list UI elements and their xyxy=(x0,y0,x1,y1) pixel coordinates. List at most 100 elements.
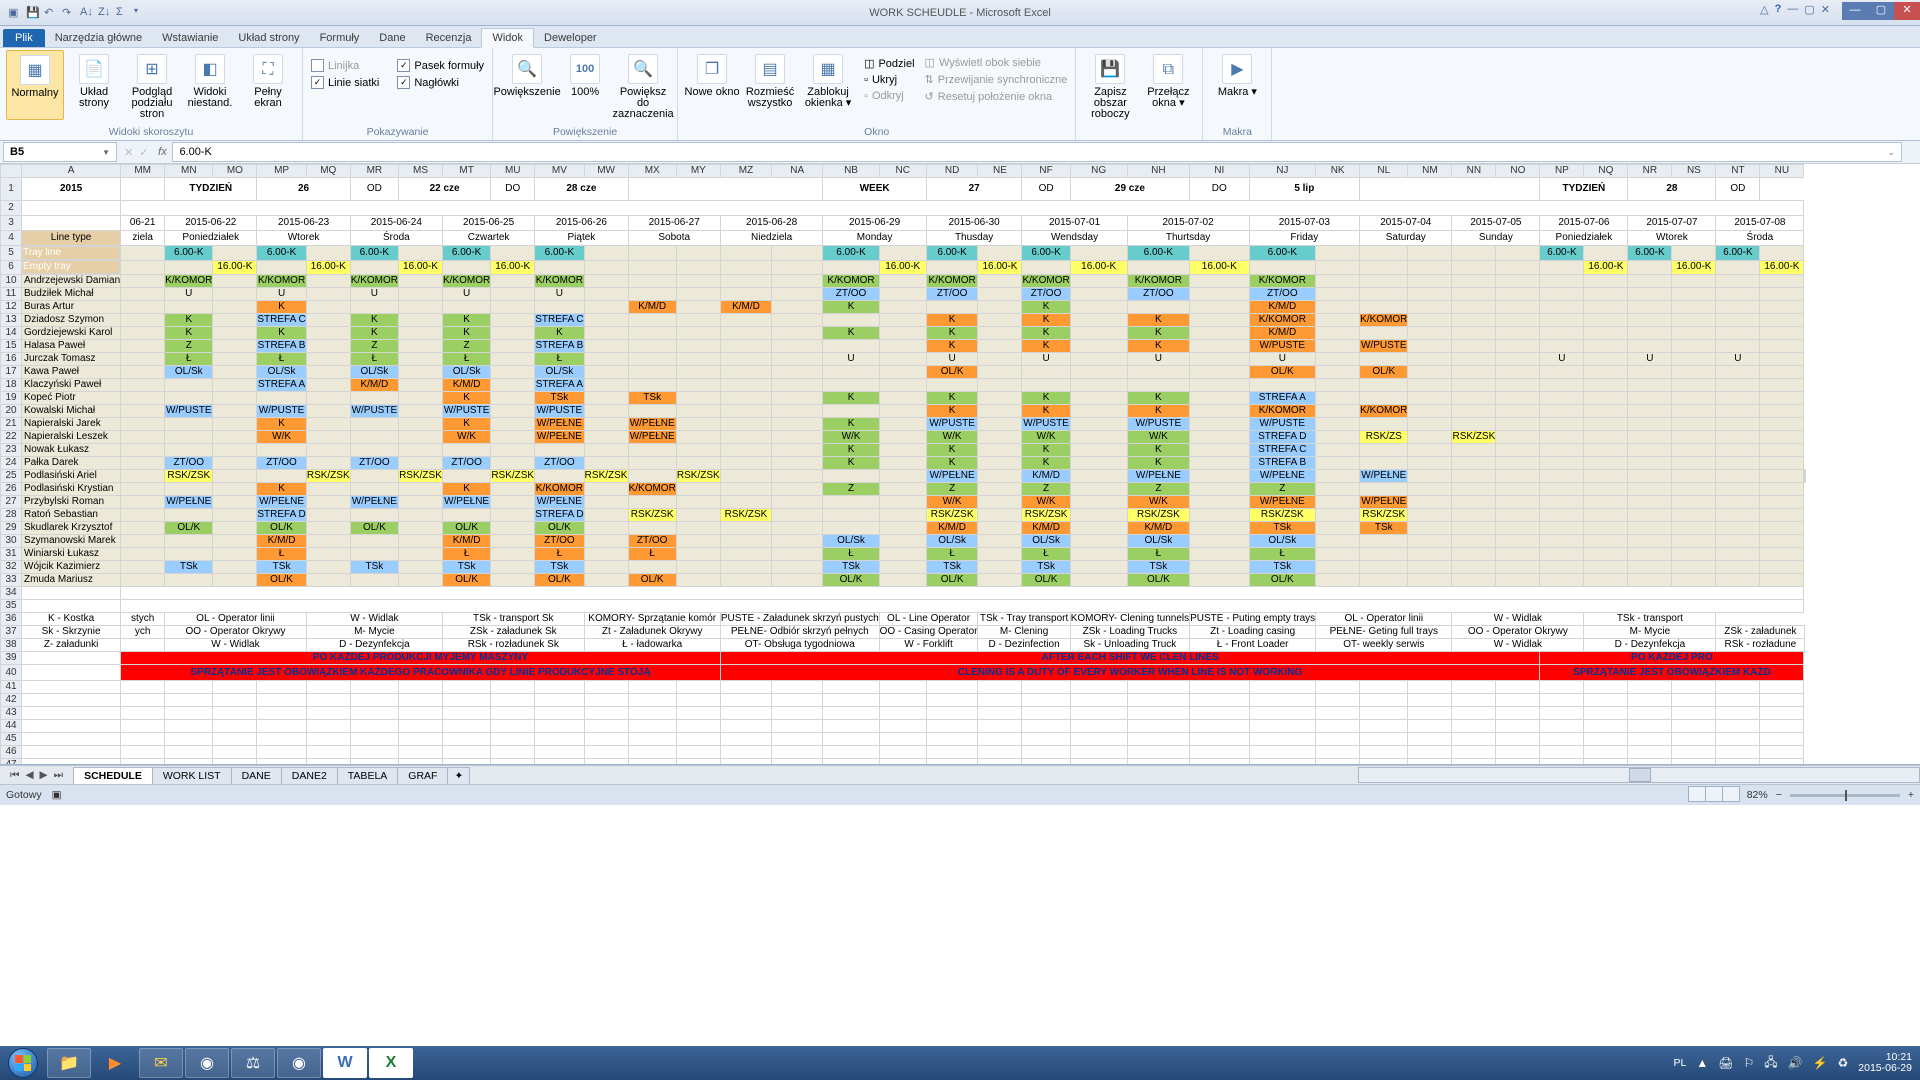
col-header[interactable]: NE xyxy=(978,165,1022,178)
maximize-button[interactable]: ▢ xyxy=(1868,2,1894,20)
col-header[interactable]: NC xyxy=(879,165,926,178)
sheet-tab-worklist[interactable]: WORK LIST xyxy=(152,767,232,784)
col-header[interactable]: MM xyxy=(121,165,165,178)
col-header[interactable]: NB xyxy=(823,165,879,178)
zoom-100-button[interactable]: 100100% xyxy=(557,50,613,120)
col-header[interactable]: MT xyxy=(442,165,490,178)
qat-more-icon[interactable]: ▾ xyxy=(134,6,148,20)
zoom-selection-button[interactable]: 🔍Powiększ do zaznaczenia xyxy=(615,50,671,120)
col-header[interactable]: MU xyxy=(491,165,535,178)
col-header[interactable]: NT xyxy=(1716,165,1760,178)
col-header[interactable]: NM xyxy=(1408,165,1452,178)
sheet-tab-tabela[interactable]: TABELA xyxy=(337,767,399,784)
new-window-button[interactable]: ❐Nowe okno xyxy=(684,50,740,109)
view-fullscreen-button[interactable]: ⛶Pełny ekran xyxy=(240,50,296,120)
split-button[interactable]: ◫Podziel xyxy=(862,56,916,71)
zoom-level[interactable]: 82% xyxy=(1747,789,1768,801)
save-icon[interactable]: 💾 xyxy=(26,6,40,20)
new-sheet-button[interactable]: ✦ xyxy=(447,767,470,784)
horizontal-scrollbar[interactable] xyxy=(1358,767,1920,783)
col-header[interactable]: NS xyxy=(1672,165,1716,178)
col-header[interactable]: MN xyxy=(165,165,213,178)
name-box[interactable]: B5▼ xyxy=(3,142,117,162)
col-header[interactable]: MW xyxy=(584,165,628,178)
tab-first-icon[interactable]: ⏮ xyxy=(10,769,19,782)
chk-formula-bar[interactable]: ✓Pasek formuły xyxy=(395,58,486,73)
col-header[interactable]: NI xyxy=(1190,165,1249,178)
start-button[interactable] xyxy=(0,1046,46,1080)
doc-close-icon[interactable]: ✕ xyxy=(1821,3,1830,16)
col-header[interactable]: NN xyxy=(1452,165,1496,178)
zoom-slider[interactable] xyxy=(1790,794,1900,797)
taskbar-outlook[interactable]: ✉ xyxy=(139,1048,183,1078)
tray-up-icon[interactable]: ▲ xyxy=(1696,1056,1708,1070)
unhide-button[interactable]: ▫Odkryj xyxy=(862,89,916,103)
formula-bar[interactable]: 6.00-K⌄ xyxy=(172,142,1902,162)
tab-prev-icon[interactable]: ◀ xyxy=(25,769,33,782)
tab-next-icon[interactable]: ▶ xyxy=(40,769,48,782)
col-header[interactable] xyxy=(1,165,22,178)
taskbar-explorer[interactable]: 📁 xyxy=(47,1048,91,1078)
tray-flag-icon[interactable]: ⚐ xyxy=(1743,1056,1754,1070)
sheet-tab-dane[interactable]: DANE xyxy=(231,767,282,784)
chk-headings[interactable]: ✓Nagłówki xyxy=(395,75,486,90)
sort-asc-icon[interactable]: A↓ xyxy=(80,6,94,20)
col-header[interactable]: NR xyxy=(1628,165,1672,178)
sum-icon[interactable]: Σ xyxy=(116,6,130,20)
col-header[interactable]: NH xyxy=(1127,165,1189,178)
switch-windows-button[interactable]: ⧉Przełącz okna ▾ xyxy=(1140,50,1196,120)
col-header[interactable]: NG xyxy=(1070,165,1127,178)
taskbar-excel[interactable]: X xyxy=(369,1048,413,1078)
zoom-out-icon[interactable]: − xyxy=(1776,789,1782,801)
redo-icon[interactable]: ↷ xyxy=(62,6,76,20)
taskbar-app1[interactable]: ◉ xyxy=(185,1048,229,1078)
chk-gridlines[interactable]: ✓Linie siatki xyxy=(309,75,381,90)
macro-record-icon[interactable]: ▣ xyxy=(52,789,62,801)
close-button[interactable]: ✕ xyxy=(1894,2,1920,20)
taskbar-app2[interactable]: ⚖ xyxy=(231,1048,275,1078)
minimize-ribbon-icon[interactable]: △ xyxy=(1760,3,1768,16)
col-header[interactable]: NP xyxy=(1540,165,1584,178)
col-header[interactable]: NO xyxy=(1496,165,1540,178)
col-header[interactable]: NQ xyxy=(1584,165,1628,178)
doc-restore-icon[interactable]: ▢ xyxy=(1804,3,1814,16)
tab-insert[interactable]: Wstawianie xyxy=(152,29,228,47)
help-icon[interactable]: ? xyxy=(1775,3,1782,16)
tab-review[interactable]: Recenzja xyxy=(416,29,482,47)
col-header[interactable]: NA xyxy=(772,165,823,178)
col-header[interactable]: NL xyxy=(1360,165,1408,178)
chk-ruler[interactable]: Linijka xyxy=(309,58,381,73)
tab-file[interactable]: Plik xyxy=(3,29,45,47)
clock[interactable]: 10:212015-06-29 xyxy=(1858,1052,1912,1074)
taskbar-wmp[interactable]: ▶ xyxy=(93,1048,137,1078)
view-normal-button[interactable]: ▦Normalny xyxy=(6,50,64,120)
col-header[interactable]: MR xyxy=(350,165,398,178)
tab-last-icon[interactable]: ⏭ xyxy=(54,769,63,782)
col-header[interactable]: NF xyxy=(1022,165,1070,178)
col-header[interactable]: MQ xyxy=(306,165,350,178)
sheet-tab-schedule[interactable]: SCHEDULE xyxy=(73,767,153,784)
col-header[interactable]: MV xyxy=(535,165,584,178)
fx-icon[interactable]: fx xyxy=(152,146,172,158)
doc-min-icon[interactable]: — xyxy=(1787,3,1798,16)
view-layout-icon[interactable] xyxy=(1705,786,1723,802)
dropdown-icon[interactable]: ▼ xyxy=(102,148,110,157)
col-header[interactable]: MX xyxy=(628,165,676,178)
tab-formulas[interactable]: Formuły xyxy=(310,29,370,47)
tray-sound-icon[interactable]: 🔊 xyxy=(1788,1056,1803,1070)
taskbar-chrome[interactable]: ◉ xyxy=(277,1048,321,1078)
save-workspace-button[interactable]: 💾Zapisz obszar roboczy xyxy=(1082,50,1138,120)
view-break-icon[interactable] xyxy=(1722,786,1740,802)
col-header[interactable]: NJ xyxy=(1249,165,1316,178)
view-normal-icon[interactable] xyxy=(1688,786,1706,802)
tray-shield-icon[interactable]: ♻ xyxy=(1838,1056,1849,1070)
tray-printer-icon[interactable]: 🖨 xyxy=(1718,1056,1733,1070)
view-pagelayout-button[interactable]: 📄Układ strony xyxy=(66,50,122,120)
sheet-tab-dane2[interactable]: DANE2 xyxy=(281,767,338,784)
expand-icon[interactable]: ⌄ xyxy=(1887,147,1895,158)
hide-button[interactable]: ▫Ukryj xyxy=(862,73,916,87)
col-header[interactable]: MP xyxy=(257,165,306,178)
tab-developer[interactable]: Deweloper xyxy=(534,29,607,47)
zoom-button[interactable]: 🔍Powiększenie xyxy=(499,50,555,120)
zoom-in-icon[interactable]: + xyxy=(1908,789,1914,801)
